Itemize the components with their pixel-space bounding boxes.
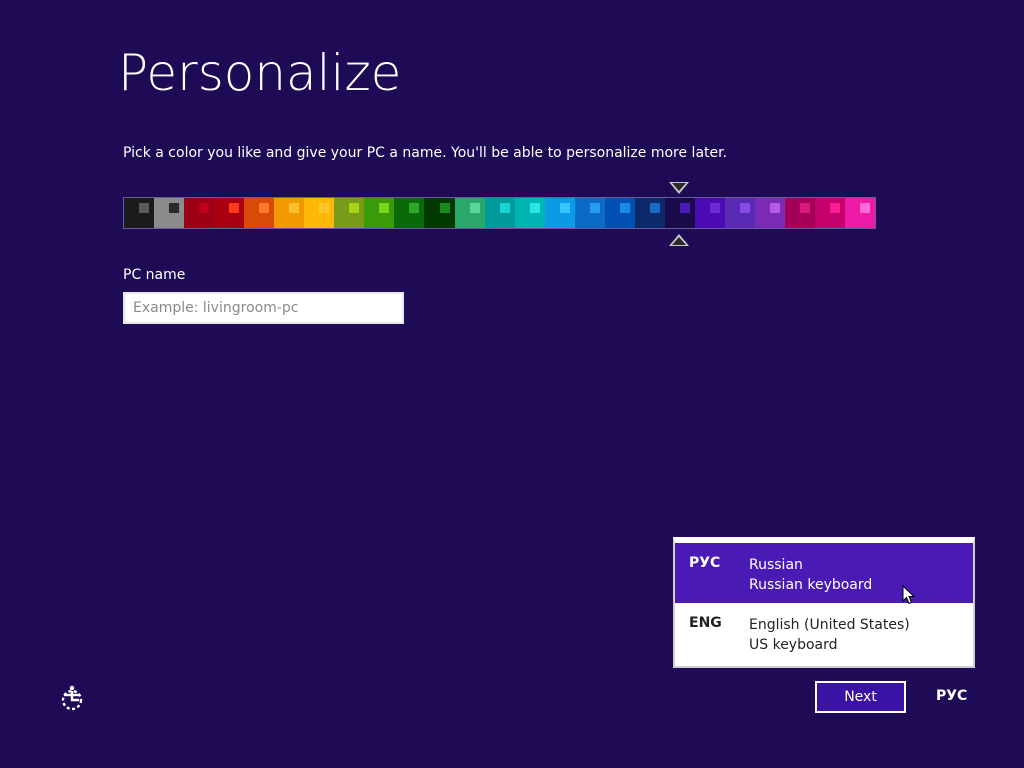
setup-page: Personalize Pick a color you like and gi… bbox=[0, 0, 1024, 768]
language-popup: РУС Russian Russian keyboard ENG English… bbox=[673, 537, 975, 668]
color-swatch[interactable] bbox=[424, 198, 455, 228]
color-picker[interactable] bbox=[123, 197, 876, 229]
color-swatch-accent bbox=[830, 203, 841, 213]
language-name: English (United States) bbox=[749, 617, 910, 633]
color-swatch[interactable] bbox=[785, 198, 816, 228]
color-swatch[interactable] bbox=[124, 198, 155, 228]
color-swatch-accent bbox=[199, 203, 210, 213]
keyboard-name: Russian keyboard bbox=[749, 577, 873, 593]
instruction-text: Pick a color you like and give your PC a… bbox=[123, 145, 728, 161]
color-swatch-accent bbox=[770, 203, 781, 213]
language-code: ENG bbox=[689, 615, 722, 631]
color-swatch[interactable] bbox=[484, 198, 515, 228]
color-swatch-accent bbox=[619, 203, 630, 213]
color-swatch-accent bbox=[529, 203, 540, 213]
color-swatch[interactable] bbox=[634, 198, 665, 228]
mouse-pointer-icon bbox=[902, 585, 916, 605]
color-swatch-accent bbox=[439, 203, 450, 213]
color-swatch-accent bbox=[469, 203, 480, 213]
pc-name-input[interactable] bbox=[123, 292, 404, 324]
color-swatch[interactable] bbox=[154, 198, 185, 228]
color-swatch-accent bbox=[319, 203, 330, 213]
color-swatch[interactable] bbox=[244, 198, 275, 228]
color-swatch[interactable] bbox=[845, 198, 876, 228]
color-swatch[interactable] bbox=[574, 198, 605, 228]
color-swatch-accent bbox=[409, 203, 420, 213]
color-swatch-accent bbox=[379, 203, 390, 213]
color-swatch-accent bbox=[589, 203, 600, 213]
color-swatch-accent bbox=[559, 203, 570, 213]
color-swatch-accent bbox=[800, 203, 811, 213]
color-swatch[interactable] bbox=[694, 198, 725, 228]
color-swatch[interactable] bbox=[454, 198, 485, 228]
color-swatch-accent bbox=[499, 203, 510, 213]
color-swatch[interactable] bbox=[815, 198, 846, 228]
color-swatch[interactable] bbox=[334, 198, 365, 228]
color-swatch[interactable] bbox=[754, 198, 786, 228]
color-swatch[interactable] bbox=[274, 198, 305, 228]
color-swatch[interactable] bbox=[544, 198, 575, 228]
color-swatch-accent bbox=[229, 203, 240, 213]
page-title: Personalize bbox=[118, 44, 402, 102]
language-option-russian[interactable]: РУС Russian Russian keyboard bbox=[675, 543, 973, 603]
next-button[interactable]: Next bbox=[815, 681, 906, 713]
color-swatch[interactable] bbox=[664, 198, 695, 228]
input-language-indicator[interactable]: РУС bbox=[936, 688, 967, 704]
color-swatch-accent bbox=[349, 203, 360, 213]
color-swatch[interactable] bbox=[184, 198, 215, 228]
color-swatch-accent bbox=[860, 203, 871, 213]
color-swatch[interactable] bbox=[304, 198, 335, 228]
color-swatch[interactable] bbox=[394, 198, 425, 228]
color-swatch[interactable] bbox=[214, 198, 245, 228]
color-swatch-accent bbox=[679, 203, 690, 213]
language-name: Russian bbox=[749, 557, 803, 573]
color-swatch[interactable] bbox=[514, 198, 545, 228]
color-swatch-accent bbox=[709, 203, 720, 213]
selected-color-marker-bottom bbox=[669, 234, 689, 246]
pc-name-label: PC name bbox=[123, 267, 186, 283]
color-swatch-accent bbox=[649, 203, 660, 213]
selected-color-marker-top bbox=[669, 182, 689, 194]
language-code: РУС bbox=[689, 555, 721, 571]
color-swatch[interactable] bbox=[604, 198, 635, 228]
color-swatch-accent bbox=[139, 203, 150, 213]
keyboard-name: US keyboard bbox=[749, 637, 838, 653]
color-swatch[interactable] bbox=[364, 198, 395, 228]
ease-of-access-icon[interactable] bbox=[59, 684, 87, 712]
color-swatch[interactable] bbox=[724, 198, 755, 228]
color-swatch-accent bbox=[739, 203, 750, 213]
language-option-english[interactable]: ENG English (United States) US keyboard bbox=[675, 603, 973, 663]
color-swatch-accent bbox=[259, 203, 270, 213]
color-swatch-accent bbox=[289, 203, 300, 213]
color-swatch-accent bbox=[169, 203, 180, 213]
